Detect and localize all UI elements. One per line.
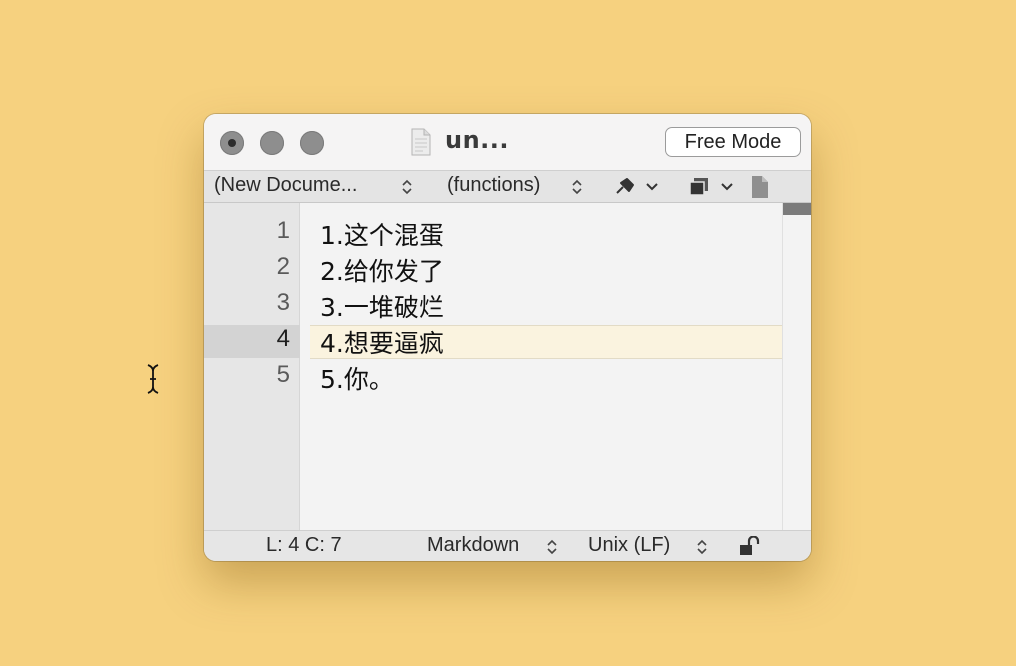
line-number: 2 (276, 253, 290, 280)
free-mode-button[interactable]: Free Mode (665, 127, 801, 157)
line-number: 1 (276, 217, 290, 244)
document-info-icon[interactable] (751, 175, 769, 199)
text-line-current[interactable]: 4.想要逼疯 (320, 324, 444, 360)
split-chevron-down-icon[interactable] (720, 182, 734, 192)
bookmark-chevron-down-icon[interactable] (645, 182, 659, 192)
close-button[interactable] (220, 131, 244, 155)
functions-popup-chevron-icon[interactable] (571, 179, 583, 195)
line-number: 5 (276, 361, 290, 388)
window-title: un... (445, 126, 510, 154)
line-number-current: 4 (276, 325, 290, 352)
text-line[interactable]: 1.这个混蛋 (320, 216, 444, 252)
document-popup[interactable]: (New Docume... (214, 174, 357, 197)
unlock-icon[interactable] (739, 536, 761, 556)
split-view-icon[interactable] (688, 177, 710, 197)
vertical-scrollbar[interactable] (782, 203, 811, 530)
line-endings-popup[interactable]: Unix (LF) (588, 534, 670, 557)
text-editor[interactable]: 1.这个混蛋 2.给你发了 3.一堆破烂 4.想要逼疯 5.你。 (300, 203, 782, 530)
navigation-bar: (New Docume... (functions) (204, 170, 811, 203)
bookmark-pin-icon[interactable] (613, 177, 635, 197)
syntax-popup[interactable]: Markdown (427, 534, 519, 557)
editor-window: un... Free Mode (New Docume... (function… (204, 114, 811, 561)
functions-popup[interactable]: (functions) (447, 174, 540, 197)
text-cursor-ibeam-icon (147, 364, 159, 394)
line-number: 3 (276, 289, 290, 316)
cursor-position: L: 4 C: 7 (266, 534, 342, 556)
document-popup-chevron-icon[interactable] (401, 179, 413, 195)
status-bar: L: 4 C: 7 Markdown Unix (LF) (204, 530, 811, 561)
document-icon[interactable] (410, 128, 432, 156)
line-number-gutter: 1 2 3 4 5 (204, 203, 300, 530)
scroll-thumb[interactable] (783, 203, 811, 215)
syntax-chevron-icon[interactable] (546, 539, 558, 555)
text-line[interactable]: 3.一堆破烂 (320, 288, 444, 324)
zoom-button[interactable] (300, 131, 324, 155)
line-endings-chevron-icon[interactable] (696, 539, 708, 555)
minimize-button[interactable] (260, 131, 284, 155)
text-line[interactable]: 2.给你发了 (320, 252, 444, 288)
title-bar: un... Free Mode (204, 114, 811, 170)
text-line[interactable]: 5.你。 (320, 360, 394, 396)
